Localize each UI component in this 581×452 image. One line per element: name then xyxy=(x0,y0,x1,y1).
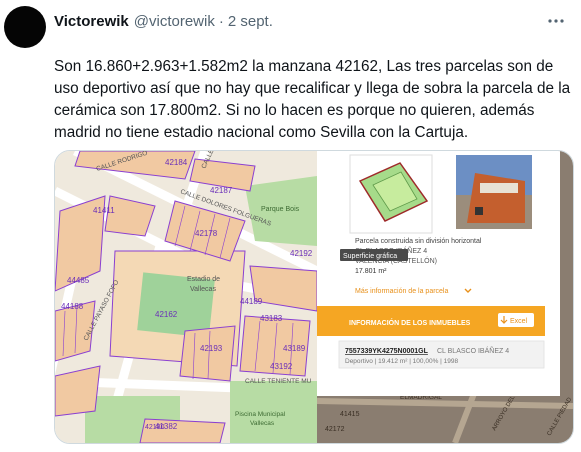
parcel-number: 42193 xyxy=(200,344,223,353)
parcel-number: 42184 xyxy=(165,158,188,167)
author-handle[interactable]: @victorewik xyxy=(134,13,215,30)
parcel-number: 44485 xyxy=(67,276,90,285)
tweet-media-image[interactable]: CALLE RODRIGO CALLE DOLORES FOLGUERAS CA… xyxy=(54,150,574,444)
tweet-header: Victorewik @victorewik · 2 sept. xyxy=(54,10,567,32)
parcel-number: 44189 xyxy=(240,297,263,306)
cadastral-ref-details: Deportivo | 19.412 m² | 100,00% | 1998 xyxy=(345,358,458,365)
cadastral-ref-address: CL BLASCO IBÁÑEZ 4 xyxy=(437,346,509,355)
author-name[interactable]: Victorewik xyxy=(54,13,129,30)
parcel-number: 42192 xyxy=(290,249,313,258)
parcel-number: 43189 xyxy=(283,344,306,353)
avatar[interactable] xyxy=(4,6,46,48)
more-info-link: Más información de la parcela xyxy=(355,288,448,295)
excel-button[interactable]: Excel xyxy=(498,313,534,327)
street-label: CALLE TENIENTE MU xyxy=(245,378,312,385)
tweet-text: Son 16.860+2.963+1.582m2 la manzana 4216… xyxy=(54,58,571,141)
parcel-number: 44188 xyxy=(61,302,84,311)
cadastral-ref: 7557339YK4275N0001GL xyxy=(345,348,429,355)
parcel-number: 42178 xyxy=(195,229,218,238)
more-dots-icon[interactable] xyxy=(545,10,567,32)
separator-dot: · xyxy=(218,12,224,30)
parcel-area: 17.801 m² xyxy=(355,268,387,275)
excel-button-label: Excel xyxy=(510,318,528,325)
parcel-number: 41415 xyxy=(340,411,360,418)
map-view: CALLE RODRIGO CALLE DOLORES FOLGUERAS CA… xyxy=(55,151,319,443)
parcel-description: Parcela construida sin división horizont… xyxy=(355,238,482,245)
tweet-date[interactable]: 2 sept. xyxy=(228,13,273,30)
parcel-number: 43183 xyxy=(260,314,283,323)
parcel-number: 42187 xyxy=(210,186,233,195)
park-label: Parque Bois xyxy=(261,206,300,213)
pool-label: Vallecas xyxy=(250,420,275,427)
parcel-number: 43192 xyxy=(270,362,293,371)
parcel-number: 42162 xyxy=(155,310,178,319)
stadium-label: Estadio de xyxy=(187,276,220,283)
area-tooltip: Superficie gráfica xyxy=(343,253,397,260)
parcel-number: 41411 xyxy=(93,206,115,215)
properties-banner: INFORMACIÓN DE LOS INMUEBLES xyxy=(349,318,471,327)
parcel-number: 42172 xyxy=(325,426,345,433)
parcel-number: 42180 xyxy=(145,424,165,431)
pool-label: Piscina Municipal xyxy=(235,411,286,418)
stadium-label: Vallecas xyxy=(190,286,216,293)
